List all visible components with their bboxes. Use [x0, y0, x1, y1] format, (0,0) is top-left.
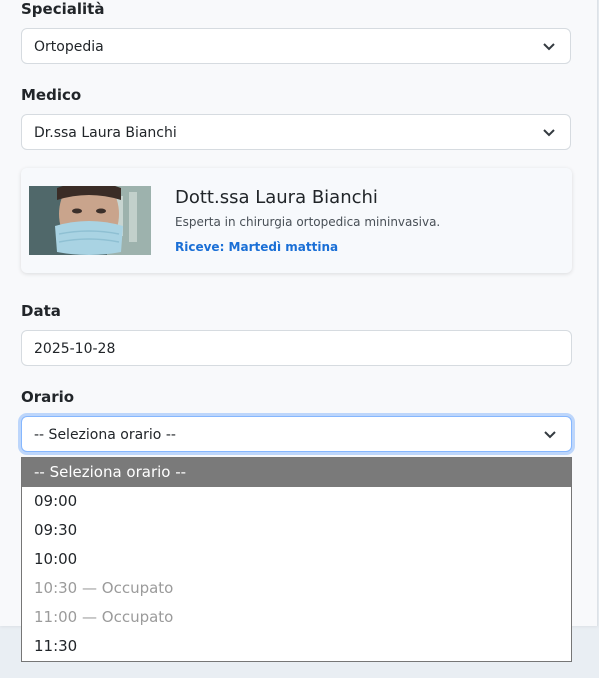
date-input[interactable]: 2025-10-28 — [21, 330, 572, 366]
doctor-select[interactable]: Dr.ssa Laura Bianchi — [21, 114, 571, 150]
time-label: Orario — [21, 388, 75, 406]
date-input-value: 2025-10-28 — [34, 341, 116, 357]
doctor-select-value: Dr.ssa Laura Bianchi — [34, 125, 177, 141]
doctor-name: Dott.ssa Laura Bianchi — [175, 187, 378, 208]
chevron-down-icon — [543, 43, 555, 51]
doctor-availability: Riceve: Martedì mattina — [175, 240, 339, 254]
date-label: Data — [21, 302, 61, 320]
doctor-photo-illustration — [29, 186, 151, 255]
doctor-label: Medico — [21, 86, 82, 104]
doctor-photo — [29, 186, 151, 255]
time-option-disabled: 11:00 — Occupato — [34, 608, 174, 626]
time-options-list: -- Seleziona orario -- 09:00 09:30 10:00… — [21, 457, 572, 662]
doctor-description: Esperta in chirurgia ortopedica mininvas… — [175, 215, 441, 229]
time-option[interactable]: -- Seleziona orario -- — [22, 458, 571, 487]
time-option[interactable]: 11:30 — [22, 632, 571, 661]
time-option[interactable]: 09:00 — [22, 487, 571, 516]
time-option[interactable]: 09:30 — [22, 516, 571, 545]
chevron-down-icon — [544, 431, 556, 439]
time-option-disabled: 10:30 — Occupato — [34, 579, 174, 597]
time-select[interactable]: -- Seleziona orario -- — [21, 416, 572, 452]
specialty-label: Specialità — [21, 0, 105, 18]
chevron-down-icon — [543, 129, 555, 137]
time-option[interactable]: 10:00 — [22, 545, 571, 574]
specialty-select-value: Ortopedia — [34, 39, 104, 55]
time-select-value: -- Seleziona orario -- — [34, 427, 176, 443]
specialty-select[interactable]: Ortopedia — [21, 28, 571, 64]
doctor-info-card: Dott.ssa Laura Bianchi Esperta in chirur… — [21, 168, 572, 273]
